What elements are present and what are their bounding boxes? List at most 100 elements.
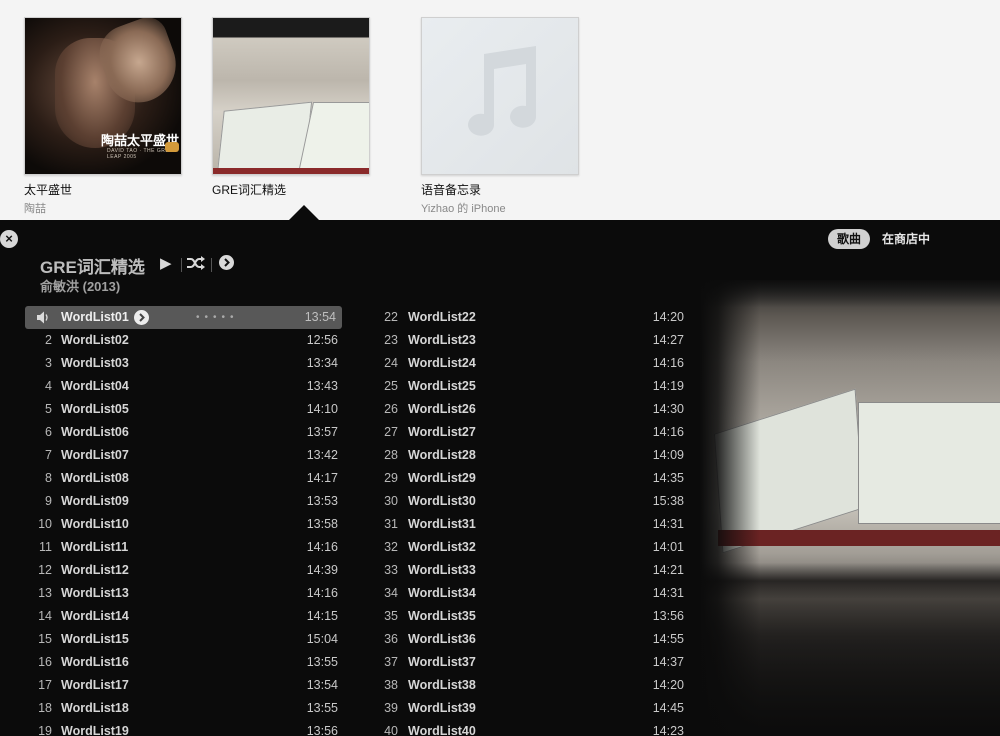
track-name[interactable]: WordList14 xyxy=(61,605,129,628)
track-name[interactable]: WordList34 xyxy=(408,582,476,605)
track-name[interactable]: WordList32 xyxy=(408,536,476,559)
track-name[interactable]: WordList02 xyxy=(61,329,129,352)
track-row[interactable]: 2 WordList02 12:56 xyxy=(0,329,346,352)
track-name[interactable]: WordList09 xyxy=(61,490,129,513)
track-name[interactable]: WordList35 xyxy=(408,605,476,628)
track-row[interactable]: 37 WordList37 14:37 xyxy=(346,651,692,674)
track-row[interactable]: 23 WordList23 14:27 xyxy=(346,329,692,352)
track-row[interactable]: 28 WordList28 14:09 xyxy=(346,444,692,467)
track-row[interactable]: 12 WordList12 14:39 xyxy=(0,559,346,582)
track-row[interactable]: 36 WordList36 14:55 xyxy=(346,628,692,651)
track-row[interactable]: 13 WordList13 14:16 xyxy=(0,582,346,605)
play-icon[interactable]: ▶ xyxy=(160,254,172,272)
track-row[interactable]: 5 WordList05 14:10 xyxy=(0,398,346,421)
track-name[interactable]: WordList25 xyxy=(408,375,476,398)
track-row[interactable]: 26 WordList26 14:30 xyxy=(346,398,692,421)
track-name[interactable]: WordList36 xyxy=(408,628,476,651)
track-row[interactable]: 33 WordList33 14:21 xyxy=(346,559,692,582)
track-duration: 14:17 xyxy=(306,471,338,485)
track-name[interactable]: WordList24 xyxy=(408,352,476,375)
close-icon[interactable]: × xyxy=(0,230,18,248)
track-row[interactable]: 8 WordList08 14:17 xyxy=(0,467,346,490)
track-number: 9 xyxy=(45,494,52,508)
track-row[interactable]: 27 WordList27 14:16 xyxy=(346,421,692,444)
track-row[interactable]: 32 WordList32 14:01 xyxy=(346,536,692,559)
more-icon[interactable] xyxy=(219,255,234,270)
track-name[interactable]: WordList28 xyxy=(408,444,476,467)
album-title[interactable]: GRE词汇精选 xyxy=(212,181,370,198)
track-name[interactable]: WordList06 xyxy=(61,421,129,444)
track-name[interactable]: WordList19 xyxy=(61,720,129,736)
track-name[interactable]: WordList18 xyxy=(61,697,129,720)
track-number: 8 xyxy=(45,471,52,485)
track-row[interactable]: 9 WordList09 13:53 xyxy=(0,490,346,513)
track-row[interactable]: 15 WordList15 15:04 xyxy=(0,628,346,651)
track-name[interactable]: WordList03 xyxy=(61,352,129,375)
track-row[interactable]: 4 WordList04 13:43 xyxy=(0,375,346,398)
album-artist[interactable]: 陶喆 xyxy=(24,200,182,216)
track-row[interactable]: 6 WordList06 13:57 xyxy=(0,421,346,444)
track-row[interactable]: 34 WordList34 14:31 xyxy=(346,582,692,605)
album-tile-1[interactable]: 陶喆太平盛世 DAVID TAO · THE GREAT LEAP 2005 太… xyxy=(24,17,182,216)
track-name[interactable]: WordList15 xyxy=(61,628,129,651)
track-name[interactable]: WordList27 xyxy=(408,421,476,444)
track-name[interactable]: WordList33 xyxy=(408,559,476,582)
track-row[interactable]: 40 WordList40 14:23 xyxy=(346,720,692,736)
track-name[interactable]: WordList16 xyxy=(61,651,129,674)
track-name[interactable]: WordList30 xyxy=(408,490,476,513)
track-row[interactable]: 16 WordList16 13:55 xyxy=(0,651,346,674)
track-name[interactable]: WordList01 xyxy=(61,306,129,329)
divider xyxy=(211,258,212,272)
track-row[interactable]: 11 WordList11 14:16 xyxy=(0,536,346,559)
album-cover-2[interactable] xyxy=(212,17,370,175)
album-cover-3[interactable] xyxy=(421,17,579,175)
track-name[interactable]: WordList07 xyxy=(61,444,129,467)
track-name[interactable]: WordList39 xyxy=(408,697,476,720)
album-title[interactable]: 语音备忘录 xyxy=(421,181,579,198)
shuffle-icon[interactable] xyxy=(186,255,206,271)
track-row[interactable]: 25 WordList25 14:19 xyxy=(346,375,692,398)
track-name[interactable]: WordList37 xyxy=(408,651,476,674)
track-name[interactable]: WordList22 xyxy=(408,306,476,329)
track-row[interactable]: 31 WordList31 14:31 xyxy=(346,513,692,536)
track-name[interactable]: WordList26 xyxy=(408,398,476,421)
track-name[interactable]: WordList23 xyxy=(408,329,476,352)
track-row[interactable]: 3 WordList03 13:34 xyxy=(0,352,346,375)
album-tile-2[interactable]: GRE词汇精选 xyxy=(212,17,370,198)
tab-in-store[interactable]: 在商店中 xyxy=(882,229,938,249)
track-name[interactable]: WordList12 xyxy=(61,559,129,582)
track-row-now-playing[interactable]: WordList01 ••••• 13:54 xyxy=(25,306,342,329)
track-name[interactable]: WordList17 xyxy=(61,674,129,697)
track-options-icon[interactable] xyxy=(134,310,149,325)
track-name[interactable]: WordList08 xyxy=(61,467,129,490)
track-name[interactable]: WordList31 xyxy=(408,513,476,536)
track-row[interactable]: 10 WordList10 13:58 xyxy=(0,513,346,536)
track-name[interactable]: WordList40 xyxy=(408,720,476,736)
track-duration: 13:42 xyxy=(306,448,338,462)
track-row[interactable]: 39 WordList39 14:45 xyxy=(346,697,692,720)
track-row[interactable]: 38 WordList38 14:20 xyxy=(346,674,692,697)
track-name[interactable]: WordList38 xyxy=(408,674,476,697)
track-row[interactable]: 22 WordList22 14:20 xyxy=(346,306,692,329)
album-tile-3[interactable]: 语音备忘录 Yizhao 的 iPhone xyxy=(421,17,579,216)
track-row[interactable]: 29 WordList29 14:35 xyxy=(346,467,692,490)
track-row[interactable]: 17 WordList17 13:54 xyxy=(0,674,346,697)
rating-dots[interactable]: ••••• xyxy=(196,306,239,329)
track-name[interactable]: WordList11 xyxy=(61,536,128,559)
track-row[interactable]: 30 WordList30 15:38 xyxy=(346,490,692,513)
track-name[interactable]: WordList05 xyxy=(61,398,129,421)
track-row[interactable]: 35 WordList35 13:56 xyxy=(346,605,692,628)
track-row[interactable]: 18 WordList18 13:55 xyxy=(0,697,346,720)
album-cover-1[interactable]: 陶喆太平盛世 DAVID TAO · THE GREAT LEAP 2005 xyxy=(24,17,182,175)
track-name[interactable]: WordList13 xyxy=(61,582,129,605)
track-row[interactable]: 14 WordList14 14:15 xyxy=(0,605,346,628)
album-artist[interactable]: Yizhao 的 iPhone xyxy=(421,200,579,216)
tab-songs[interactable]: 歌曲 xyxy=(828,229,870,249)
track-row[interactable]: 24 WordList24 14:16 xyxy=(346,352,692,375)
track-row[interactable]: 7 WordList07 13:42 xyxy=(0,444,346,467)
track-name[interactable]: WordList04 xyxy=(61,375,129,398)
track-name[interactable]: WordList10 xyxy=(61,513,129,536)
album-title[interactable]: 太平盛世 xyxy=(24,181,182,198)
track-name[interactable]: WordList29 xyxy=(408,467,476,490)
track-row[interactable]: 19 WordList19 13:56 xyxy=(0,720,346,736)
